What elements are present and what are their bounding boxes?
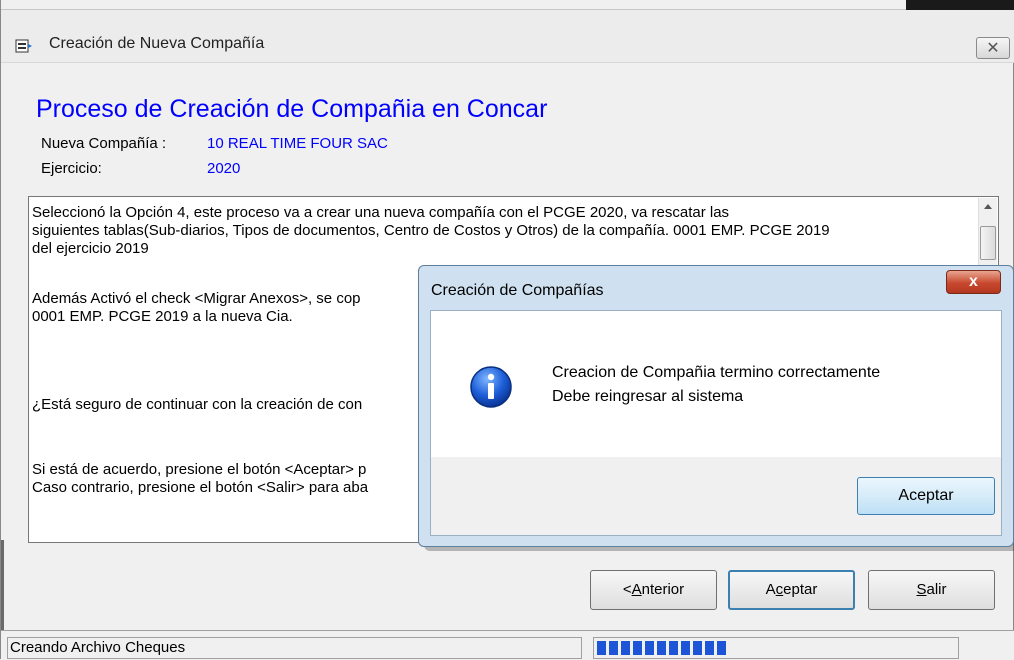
accept-prefix: A [765, 581, 776, 598]
scroll-thumb[interactable] [980, 226, 996, 260]
progress-bar [593, 637, 959, 659]
progress-fill [597, 641, 726, 655]
dialog-body: Creacion de Compañia termino correctamen… [430, 310, 1002, 536]
info-icon [470, 366, 512, 408]
window-top-strip [1, 0, 1014, 10]
back-prefix: < [622, 581, 632, 598]
year-value: 2020 [207, 160, 241, 177]
message-line: Si está de acuerdo, presione el botón <A… [32, 461, 367, 478]
message-line: ¿Está seguro de continuar con la creació… [32, 396, 363, 413]
window-title: Creación de Nueva Compañía [49, 35, 265, 52]
status-text: Creando Archivo Cheques [7, 637, 582, 659]
back-button[interactable]: <Anterior [590, 570, 717, 610]
message-line: siguientes tablas(Sub-diarios, Tipos de … [32, 222, 830, 239]
message-dialog: Creación de Compañías x Creacion de Comp… [418, 265, 1014, 547]
background-window-edge [906, 0, 1014, 10]
message-line: Seleccionó la Opción 4, este proceso va … [32, 204, 730, 221]
accept-label-rest: eptar [783, 581, 818, 598]
company-value: 10 REAL TIME FOUR SAC [207, 135, 388, 152]
back-mnemonic: A [631, 581, 642, 598]
year-label: Ejercicio: [41, 160, 102, 177]
page-heading: Proceso de Creación de Compañia en Conca… [36, 95, 548, 123]
app-icon [15, 39, 32, 53]
back-label-rest: nterior [641, 581, 685, 598]
title-bar[interactable]: Creación de Nueva Compañía ✕ [1, 10, 1014, 63]
window-close-button[interactable]: ✕ [976, 37, 1010, 59]
status-bar: Creando Archivo Cheques [1, 630, 1014, 660]
window-edge [1, 540, 4, 630]
scroll-up-arrow-icon[interactable] [984, 204, 992, 209]
dialog-close-button[interactable]: x [946, 270, 1001, 294]
close-icon: x [969, 273, 978, 290]
message-line: 0001 EMP. PCGE 2019 a la nueva Cia. [32, 308, 293, 325]
accept-button[interactable]: Aceptar [728, 570, 855, 610]
message-line: Además Activó el check <Migrar Anexos>, … [32, 290, 361, 307]
company-label: Nueva Compañía : [41, 135, 167, 152]
close-icon: ✕ [986, 40, 1000, 57]
exit-button[interactable]: Salir [868, 570, 995, 610]
dialog-message-line: Creacion de Compañia termino correctamen… [552, 364, 881, 381]
dialog-message-line: Debe reingresar al sistema [552, 388, 744, 405]
message-line: del ejercicio 2019 [32, 240, 149, 257]
message-line: Caso contrario, presione el botón <Salir… [32, 479, 369, 496]
exit-label-rest: alir [926, 581, 947, 598]
dialog-ok-button[interactable]: Aceptar [857, 477, 995, 515]
exit-mnemonic: S [916, 581, 927, 598]
dialog-footer: Aceptar [431, 457, 1001, 535]
dialog-title: Creación de Compañías [431, 282, 604, 299]
